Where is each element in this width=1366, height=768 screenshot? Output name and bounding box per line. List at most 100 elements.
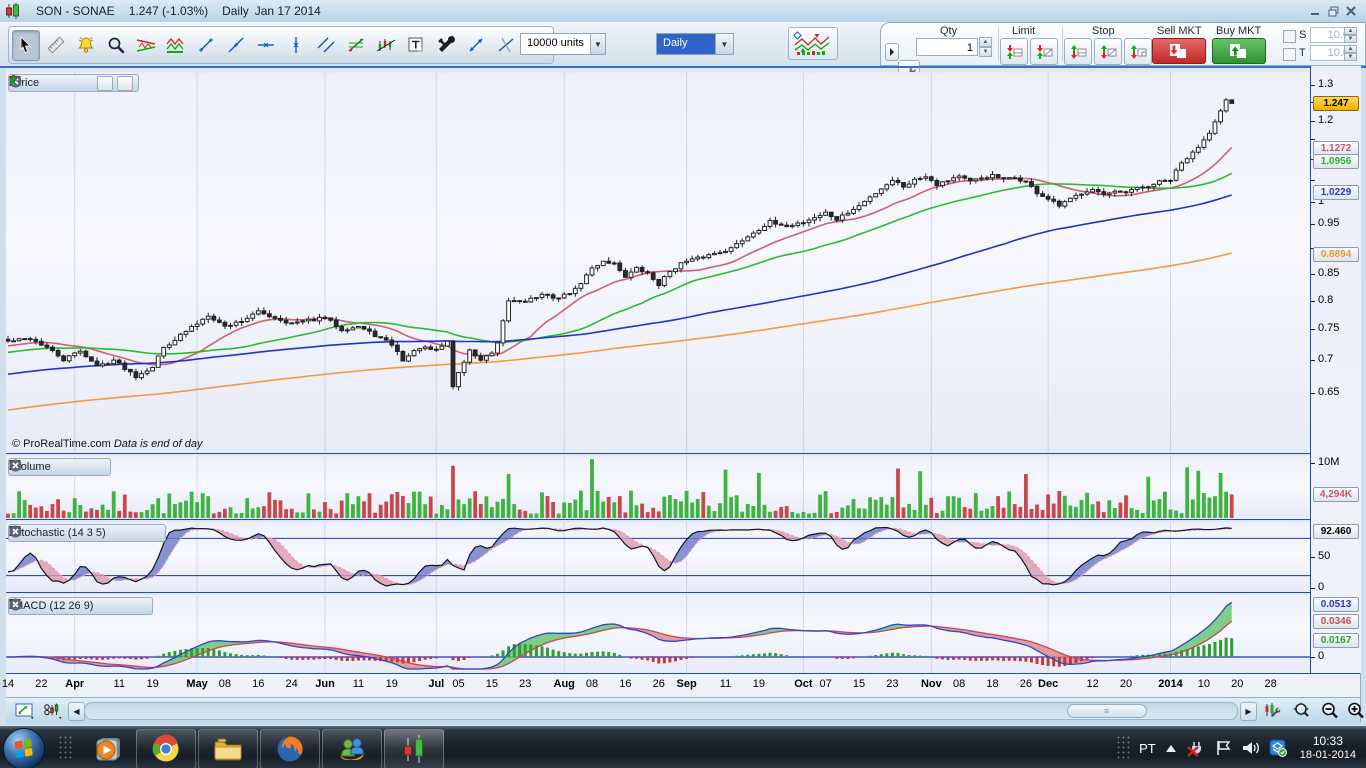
window-icon[interactable]: [73, 461, 87, 474]
price-chart-canvas[interactable]: [6, 72, 1310, 453]
horizontal-line-tool[interactable]: [252, 30, 280, 61]
close-icon[interactable]: [133, 600, 147, 613]
time-axis-label: May: [186, 678, 207, 690]
parallel-lines-tool[interactable]: [312, 30, 340, 61]
wrench-icon[interactable]: [43, 77, 57, 90]
restore-button[interactable]: [1324, 4, 1342, 18]
scroll-left-button[interactable]: ◀: [68, 702, 85, 721]
volume-chart-canvas[interactable]: [6, 456, 1310, 519]
stop-loss-checkbox[interactable]: [1283, 30, 1296, 43]
explorer-icon[interactable]: [198, 729, 258, 768]
close-icon[interactable]: [146, 527, 160, 540]
stochastic-chart-canvas[interactable]: [6, 522, 1310, 592]
language-indicator[interactable]: PT: [1139, 741, 1156, 756]
timeframe-text: Daily: [222, 4, 249, 18]
zoom-out-icon[interactable]: [1318, 701, 1342, 720]
collapse-panel-button[interactable]: [885, 43, 899, 61]
time-axis-label: 16: [252, 678, 264, 690]
scrollbar-thumb[interactable]: ≡: [1067, 704, 1147, 718]
wrench-icon[interactable]: [55, 461, 69, 474]
buy-arrow-icon[interactable]: [117, 76, 133, 91]
messenger-icon[interactable]: [322, 729, 382, 768]
sell-arrow-icon[interactable]: [97, 76, 113, 91]
firefox-icon[interactable]: [260, 729, 320, 768]
time-axis-label: 15: [853, 678, 865, 690]
close-icon[interactable]: [79, 77, 93, 90]
fibonacci-tool[interactable]: [342, 30, 370, 61]
chevron-down-icon[interactable]: ▼: [715, 34, 733, 54]
advanced-tools[interactable]: [432, 30, 460, 61]
candlestick-pattern-tool[interactable]: [372, 30, 400, 61]
start-button[interactable]: [3, 728, 45, 768]
zoom-tool[interactable]: [102, 30, 130, 61]
symbol-name: SON - SONAE: [36, 4, 115, 18]
units-selector[interactable]: 10000 units ▼: [520, 33, 606, 55]
segment-tool[interactable]: [192, 30, 220, 61]
pan-zoom-icon[interactable]: [1288, 701, 1314, 720]
measure-arrow-tool[interactable]: [462, 30, 490, 61]
chrome-icon[interactable]: [136, 729, 196, 768]
window-icon[interactable]: [115, 600, 129, 613]
stochastic-axis-tick: 0: [1318, 581, 1324, 593]
trailing-spinner[interactable]: ▲▼: [1344, 45, 1357, 61]
scroll-right-button[interactable]: ▶: [1240, 702, 1257, 721]
axis-tick-mark: [1311, 224, 1315, 225]
action-center-flag-icon[interactable]: [1215, 740, 1232, 756]
time-axis-label: 26: [653, 678, 665, 690]
dropbox-icon[interactable]: [1269, 739, 1287, 757]
volume-icon[interactable]: [1241, 740, 1260, 756]
sell-stop-order-button[interactable]: [1094, 38, 1122, 65]
window-icon[interactable]: [128, 527, 142, 540]
stop-loss-spinner[interactable]: ▲▼: [1344, 27, 1357, 43]
buy-stop-order-button[interactable]: [1064, 38, 1092, 65]
display-mode-icon[interactable]: [42, 701, 66, 720]
power-plug-icon[interactable]: [1186, 739, 1206, 757]
clock[interactable]: 10:33 18-01-2014: [1300, 734, 1362, 762]
wrench-icon[interactable]: [110, 527, 124, 540]
vertical-line-tool[interactable]: [282, 30, 310, 61]
pattern-channel-tool[interactable]: [162, 30, 190, 61]
pattern-triangle-tool[interactable]: [132, 30, 160, 61]
chevron-down-icon[interactable]: ▼: [590, 34, 605, 54]
angle-line-tool[interactable]: [492, 30, 520, 61]
buy-market-button[interactable]: [1212, 38, 1266, 64]
price-axis-tick: 0.75: [1318, 322, 1339, 334]
trailing-stop-order-button[interactable]: [1124, 38, 1152, 65]
chart-settings-icon[interactable]: [1260, 701, 1284, 720]
timeframe-selector[interactable]: Daily ▼: [656, 33, 734, 55]
price-axis-tick: 0.65: [1318, 386, 1339, 398]
close-button[interactable]: [1342, 4, 1360, 18]
trendline-tool[interactable]: [222, 30, 250, 61]
close-icon[interactable]: [91, 461, 105, 474]
ruler-tool[interactable]: [42, 30, 70, 61]
tray-expand-icon[interactable]: [1165, 744, 1177, 753]
time-axis-label: 08: [953, 678, 965, 690]
chart-status-bar: ◀ ≡ ▶: [6, 697, 1360, 724]
chart-display-options-button[interactable]: [788, 27, 838, 60]
time-axis-label: 28: [1265, 678, 1277, 690]
trailing-checkbox[interactable]: [1283, 48, 1296, 61]
axis-tick-mark: [1311, 393, 1315, 394]
alert-bell-tool[interactable]: [72, 30, 100, 61]
axis-tick-mark: [1311, 202, 1315, 203]
sell-market-button[interactable]: [1152, 38, 1206, 64]
prorealt​ime-icon[interactable]: [384, 729, 444, 768]
window-icon[interactable]: [61, 77, 75, 90]
axis-tick-mark: [1311, 557, 1315, 558]
qty-spinner[interactable]: ▲▼: [979, 37, 992, 57]
cursor-tool[interactable]: [12, 30, 40, 61]
last-price-tag: 1.247: [1313, 96, 1359, 111]
export-chart-icon[interactable]: [14, 701, 38, 720]
windows-taskbar: PT 10:33 18-01-2014: [0, 726, 1366, 768]
text-tool[interactable]: [402, 30, 430, 61]
chart-scrollbar[interactable]: ≡: [84, 702, 1238, 720]
buy-limit-order-button[interactable]: [1000, 38, 1028, 65]
minimize-button[interactable]: [1306, 4, 1324, 18]
zoom-in-icon[interactable]: [1344, 701, 1366, 720]
sell-limit-order-button[interactable]: [1030, 38, 1058, 65]
media-player-icon[interactable]: [88, 732, 128, 766]
tray-divider-dots: [1116, 735, 1130, 761]
macd-chart-canvas[interactable]: [6, 595, 1310, 673]
wrench-icon[interactable]: [97, 600, 111, 613]
qty-input[interactable]: [916, 38, 978, 56]
